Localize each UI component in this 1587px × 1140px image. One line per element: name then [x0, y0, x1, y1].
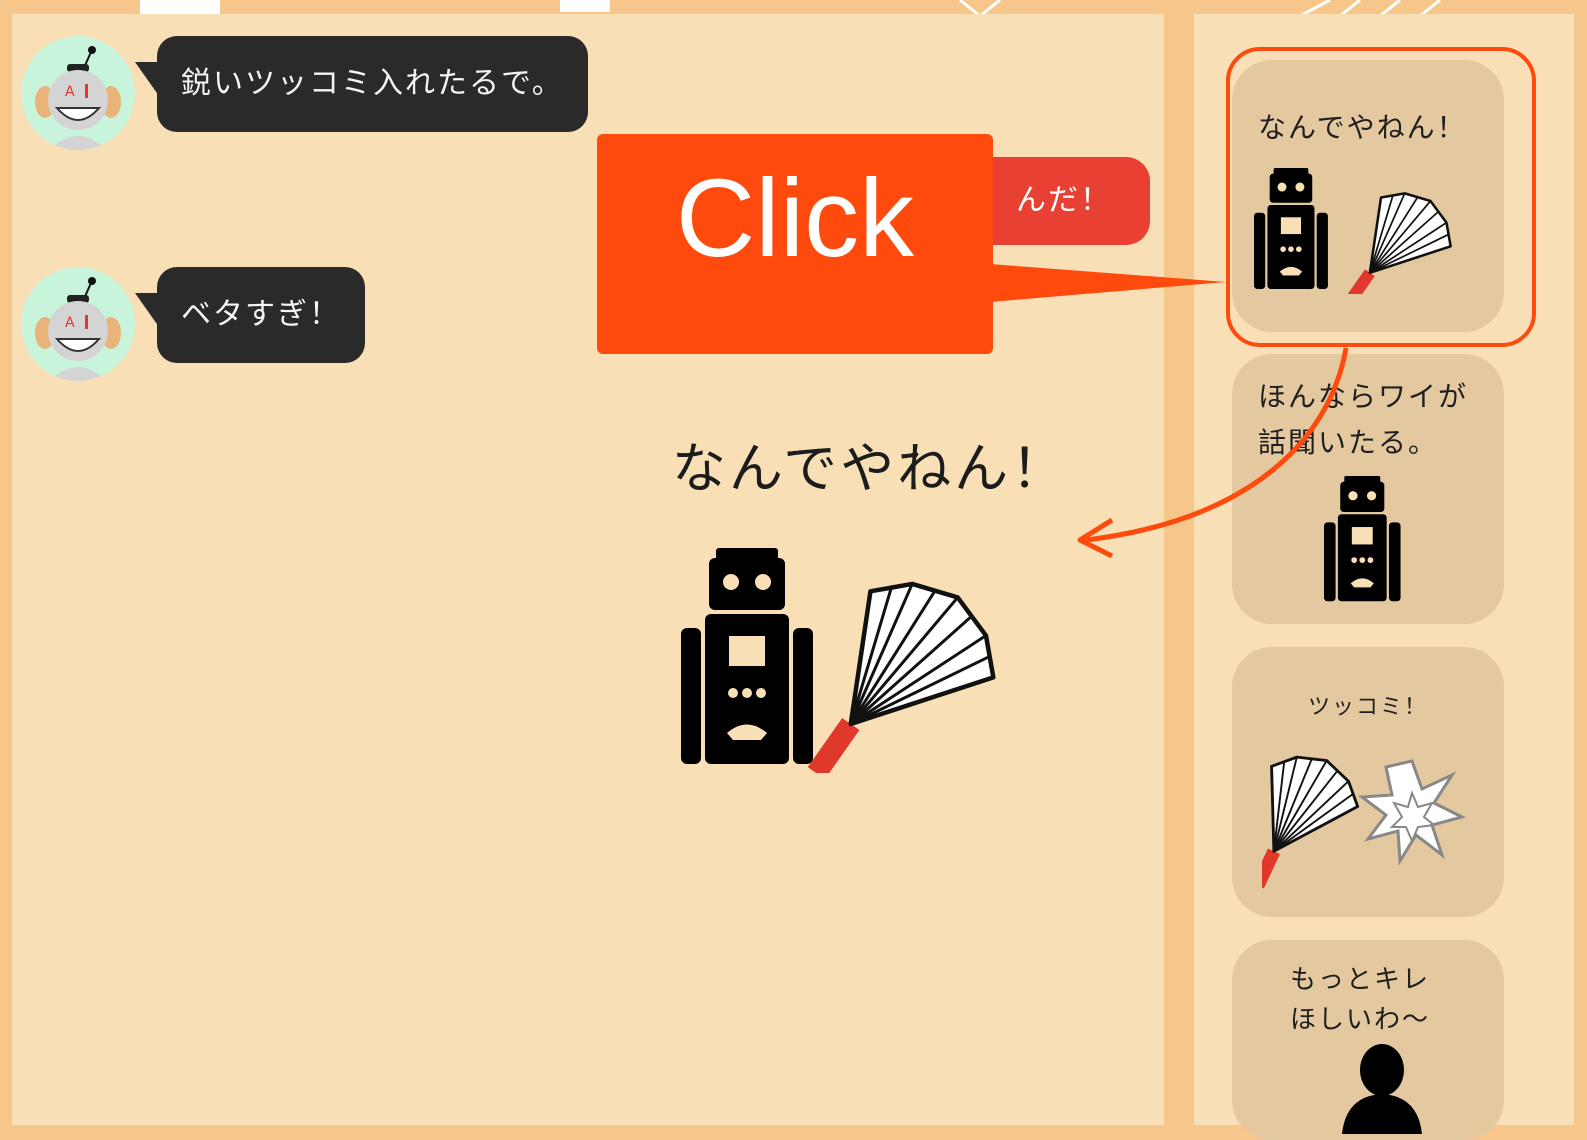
stamp-card[interactable]: ツッコミ！ [1232, 647, 1504, 917]
click-callout: Click [597, 134, 993, 354]
app-window: A 鋭いツッコミ入れたるで。 んだ！ A ベタすぎ！ なんでやねん！ なんでやね… [0, 0, 1587, 1140]
stamp-label: ツッコミ！ [1307, 695, 1428, 720]
harisen-burst-icon [1262, 731, 1467, 893]
robot-icon [1324, 476, 1401, 602]
message-text: んだ！ [1016, 183, 1112, 218]
highlight-ring [1226, 47, 1536, 347]
svg-text:A: A [65, 315, 75, 331]
ai-robot-icon: A [21, 36, 135, 150]
stamp-preview-title: なんでやねん！ [671, 437, 1069, 500]
stamp-label: ほんならワイが 話聞いたる。 [1258, 380, 1469, 459]
message-text: ベタすぎ！ [181, 297, 341, 332]
stamp-card[interactable]: もっとキレ ほしいわ〜 [1232, 940, 1504, 1140]
svg-text:A: A [65, 84, 75, 100]
panel-divider [1164, 0, 1194, 1125]
callout-label: Click [675, 157, 915, 280]
person-silhouette-icon [1342, 1044, 1422, 1134]
message-text: 鋭いツッコミ入れたるで。 [181, 66, 564, 101]
stamp-label: もっとキレ ほしいわ〜 [1290, 965, 1431, 1035]
stamp-card[interactable]: ほんならワイが 話聞いたる。 [1232, 354, 1504, 624]
bot-message-bubble: 鋭いツッコミ入れたるで。 [135, 36, 588, 132]
bot-message-bubble: ベタすぎ！ [135, 267, 365, 363]
stamp-preview-image [681, 548, 1075, 773]
bot-avatar: A [21, 267, 135, 381]
right-edge [1574, 0, 1587, 1125]
ai-robot-icon: A [21, 267, 135, 381]
bot-avatar: A [21, 36, 135, 150]
